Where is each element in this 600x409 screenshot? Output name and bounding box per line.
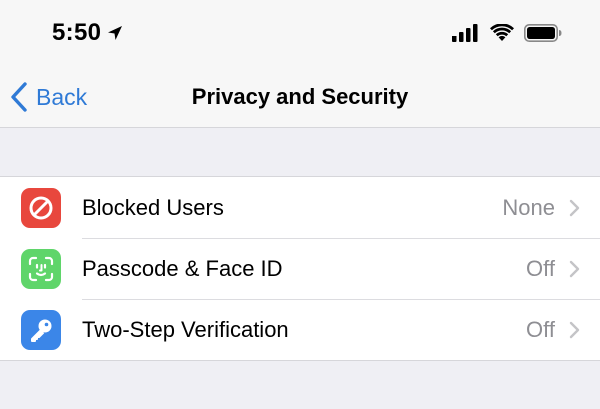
battery-icon xyxy=(524,24,562,42)
page-title: Privacy and Security xyxy=(191,84,409,109)
row-content: Two-Step Verification Off xyxy=(82,299,600,360)
status-bar: 5:50 xyxy=(0,0,600,66)
row-label: Two-Step Verification xyxy=(82,317,289,342)
row-value: Off xyxy=(526,256,555,281)
row-value: None xyxy=(502,194,555,220)
key-icon xyxy=(21,310,61,350)
cellular-signal-icon xyxy=(452,24,478,42)
location-arrow-icon xyxy=(108,26,123,40)
time-label: 5:50 xyxy=(52,19,102,46)
screen: 5:50 Back Privacy and Security Blocked U… xyxy=(0,0,600,409)
row-label: Blocked Users xyxy=(82,194,224,220)
row-label: Passcode & Face ID xyxy=(82,256,283,281)
blocked-icon xyxy=(21,188,61,228)
navigation-bar: Back Privacy and Security xyxy=(0,66,600,128)
list-item-passcode-face-id[interactable]: Passcode & Face ID Off xyxy=(0,238,600,299)
list-item-two-step-verification[interactable]: Two-Step Verification Off xyxy=(0,299,600,360)
status-icons xyxy=(452,24,562,42)
wifi-icon xyxy=(490,24,514,41)
settings-list: Blocked Users None Passcode & Face ID Of… xyxy=(0,176,600,361)
chevron-right-icon xyxy=(569,260,580,278)
status-time: 5:50 xyxy=(52,19,123,47)
chevron-right-icon xyxy=(569,321,580,339)
row-value: Off xyxy=(526,317,555,342)
row-content: Blocked Users None xyxy=(82,177,600,238)
chevron-right-icon xyxy=(569,199,580,216)
row-content: Passcode & Face ID Off xyxy=(82,238,600,299)
list-item-blocked-users[interactable]: Blocked Users None xyxy=(0,177,600,238)
face-id-icon xyxy=(21,249,61,289)
